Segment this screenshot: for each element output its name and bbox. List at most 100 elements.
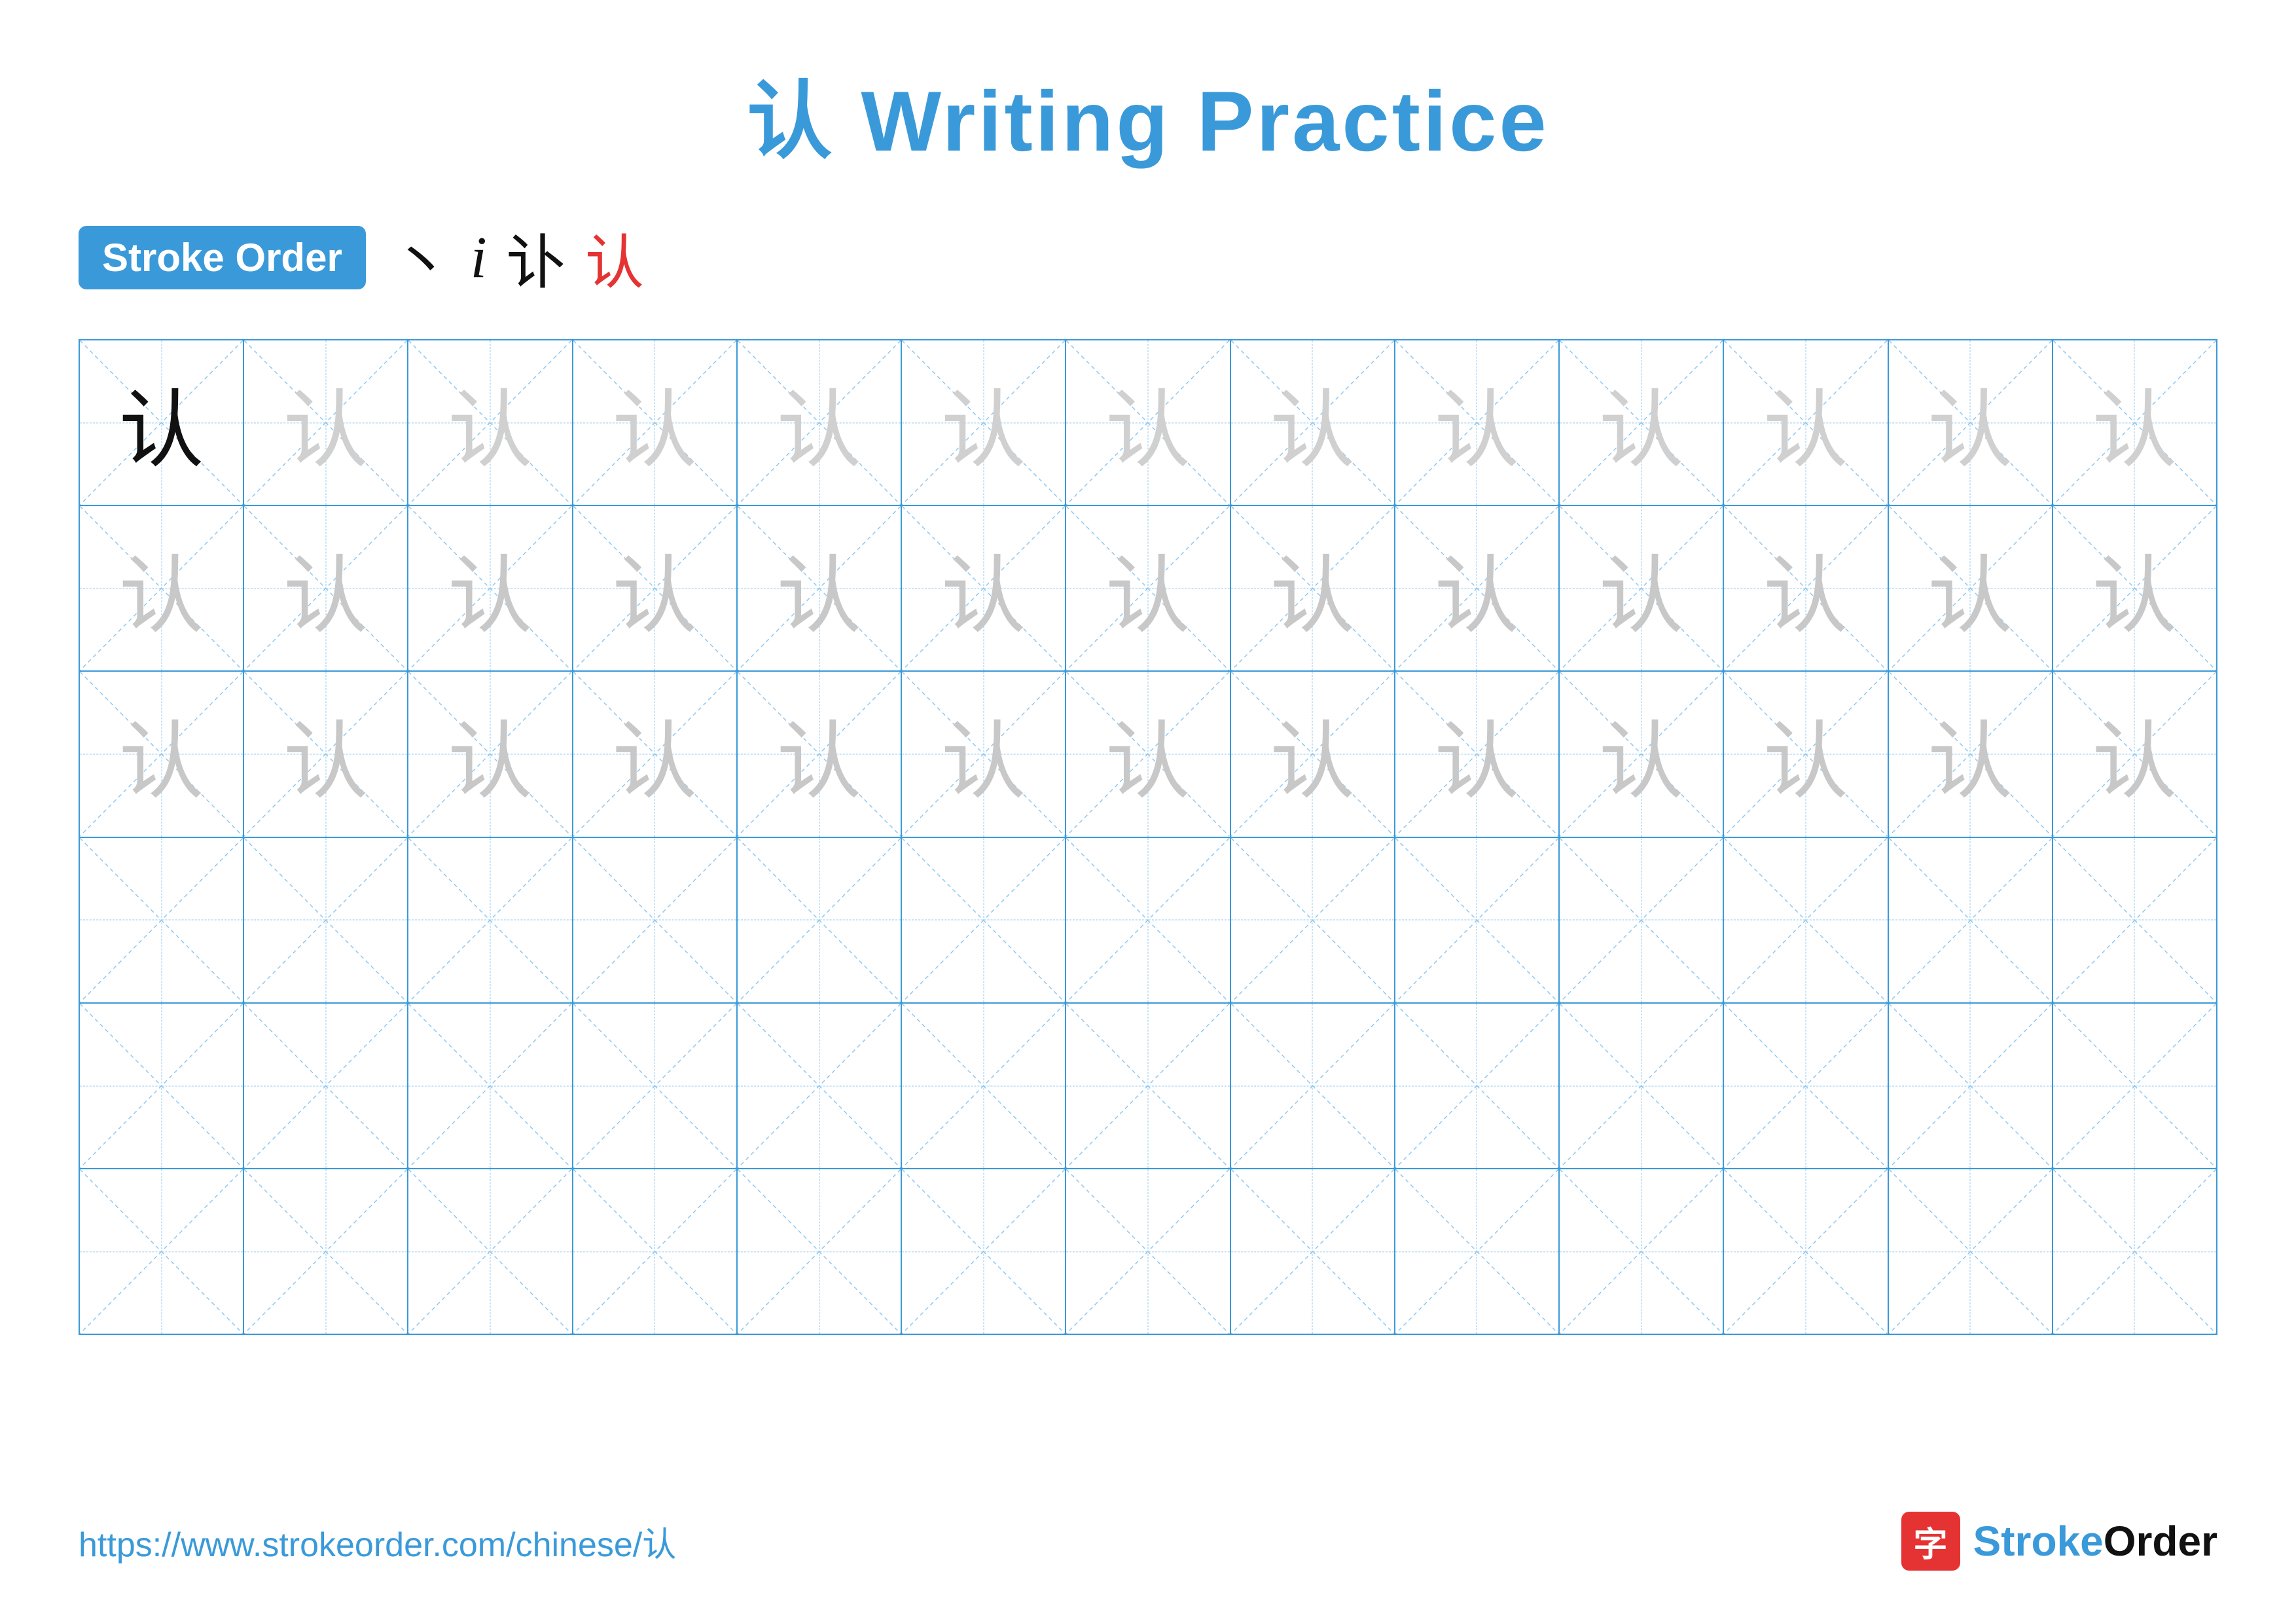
char-in-cell: 认 xyxy=(738,340,901,505)
logo-text: StrokeOrder xyxy=(1973,1517,2217,1565)
grid-cell xyxy=(1066,1169,1230,1334)
grid-cell: 认 xyxy=(1395,672,1560,836)
grid-cell xyxy=(1724,1004,1888,1168)
grid-cell xyxy=(902,1169,1066,1334)
grid-cell: 认 xyxy=(1560,506,1724,670)
grid-cell xyxy=(573,838,738,1002)
stroke-order-badge: Stroke Order xyxy=(79,226,366,289)
char-in-cell: 认 xyxy=(1560,340,1723,505)
char-in-cell: 认 xyxy=(80,340,243,505)
grid-cell: 认 xyxy=(244,506,408,670)
grid-cell xyxy=(1560,838,1724,1002)
grid-cell xyxy=(738,1004,902,1168)
char-in-cell: 认 xyxy=(573,506,736,670)
grid-cell: 认 xyxy=(80,672,244,836)
grid-cell: 认 xyxy=(1066,506,1230,670)
grid-cell: 认 xyxy=(1231,506,1395,670)
char-in-cell: 认 xyxy=(902,340,1065,505)
char-in-cell: 认 xyxy=(1395,340,1558,505)
writing-grid: 认认认认认认认认认认认认认认认认认认认认认认认认认认认认认认认认认认认认认认认 xyxy=(79,339,2217,1335)
grid-cell: 认 xyxy=(573,672,738,836)
grid-cell xyxy=(902,838,1066,1002)
grid-cell: 认 xyxy=(1395,506,1560,670)
grid-cell xyxy=(244,838,408,1002)
grid-cell xyxy=(2053,1004,2216,1168)
char-in-cell: 认 xyxy=(1560,506,1723,670)
char-in-cell: 认 xyxy=(2053,340,2216,505)
grid-row: 认认认认认认认认认认认认认 xyxy=(80,506,2216,672)
char-in-cell: 认 xyxy=(244,672,407,836)
grid-cell xyxy=(1231,1169,1395,1334)
grid-cell xyxy=(244,1169,408,1334)
grid-cell xyxy=(80,1169,244,1334)
grid-cell: 认 xyxy=(573,340,738,505)
grid-row: 认认认认认认认认认认认认认 xyxy=(80,340,2216,506)
grid-cell xyxy=(1560,1004,1724,1168)
footer-url: https://www.strokeorder.com/chinese/认 xyxy=(79,1517,676,1566)
char-in-cell: 认 xyxy=(1231,506,1394,670)
grid-cell xyxy=(408,1004,573,1168)
grid-cell: 认 xyxy=(408,340,573,505)
grid-cell xyxy=(244,1004,408,1168)
char-in-cell: 认 xyxy=(1066,672,1229,836)
grid-row xyxy=(80,1004,2216,1169)
grid-cell: 认 xyxy=(2053,340,2216,505)
grid-cell: 认 xyxy=(1889,340,2053,505)
stroke-char-4: 认 xyxy=(585,215,644,300)
grid-cell: 认 xyxy=(573,506,738,670)
grid-cell xyxy=(1231,1004,1395,1168)
grid-row xyxy=(80,838,2216,1004)
grid-cell: 认 xyxy=(408,672,573,836)
grid-cell: 认 xyxy=(738,340,902,505)
char-in-cell: 认 xyxy=(1395,506,1558,670)
grid-cell xyxy=(1066,838,1230,1002)
char-in-cell: 认 xyxy=(80,672,243,836)
grid-cell: 认 xyxy=(738,672,902,836)
grid-cell xyxy=(2053,838,2216,1002)
grid-cell: 认 xyxy=(1560,672,1724,836)
grid-cell xyxy=(1724,838,1888,1002)
grid-cell: 认 xyxy=(244,340,408,505)
page-title: 认 Writing Practice xyxy=(79,52,2217,175)
stroke-char-3: 讣 xyxy=(507,215,565,300)
char-in-cell: 认 xyxy=(1066,340,1229,505)
grid-cell: 认 xyxy=(408,506,573,670)
grid-cell: 认 xyxy=(738,506,902,670)
grid-cell xyxy=(408,838,573,1002)
grid-cell xyxy=(902,1004,1066,1168)
grid-cell xyxy=(1395,1004,1560,1168)
grid-cell xyxy=(1395,1169,1560,1334)
footer: https://www.strokeorder.com/chinese/认 字 … xyxy=(79,1512,2217,1571)
grid-cell: 认 xyxy=(2053,506,2216,670)
char-in-cell: 认 xyxy=(244,340,407,505)
grid-cell: 认 xyxy=(1724,672,1888,836)
char-in-cell: 认 xyxy=(573,340,736,505)
char-in-cell: 认 xyxy=(1724,340,1887,505)
char-in-cell: 认 xyxy=(573,672,736,836)
char-in-cell: 认 xyxy=(1066,506,1229,670)
grid-cell: 认 xyxy=(2053,672,2216,836)
grid-cell xyxy=(1231,838,1395,1002)
page: 认 Writing Practice Stroke Order 丶 i 讣 认 … xyxy=(0,0,2296,1623)
char-in-cell: 认 xyxy=(1889,672,2052,836)
grid-cell xyxy=(1066,1004,1230,1168)
grid-cell xyxy=(1889,838,2053,1002)
stroke-order-row: Stroke Order 丶 i 讣 认 xyxy=(79,215,2217,300)
grid-cell: 认 xyxy=(1395,340,1560,505)
grid-cell xyxy=(1889,1169,2053,1334)
grid-cell xyxy=(80,838,244,1002)
char-in-cell: 认 xyxy=(738,506,901,670)
grid-cell: 认 xyxy=(1066,340,1230,505)
grid-cell: 认 xyxy=(1889,672,2053,836)
grid-cell: 认 xyxy=(902,340,1066,505)
grid-cell xyxy=(1724,1169,1888,1334)
char-in-cell: 认 xyxy=(1231,672,1394,836)
grid-cell: 认 xyxy=(1724,340,1888,505)
char-in-cell: 认 xyxy=(1889,340,2052,505)
grid-cell: 认 xyxy=(1724,506,1888,670)
char-in-cell: 认 xyxy=(2053,672,2216,836)
grid-cell xyxy=(738,1169,902,1334)
char-in-cell: 认 xyxy=(1889,506,2052,670)
grid-cell: 认 xyxy=(1560,340,1724,505)
char-in-cell: 认 xyxy=(244,506,407,670)
